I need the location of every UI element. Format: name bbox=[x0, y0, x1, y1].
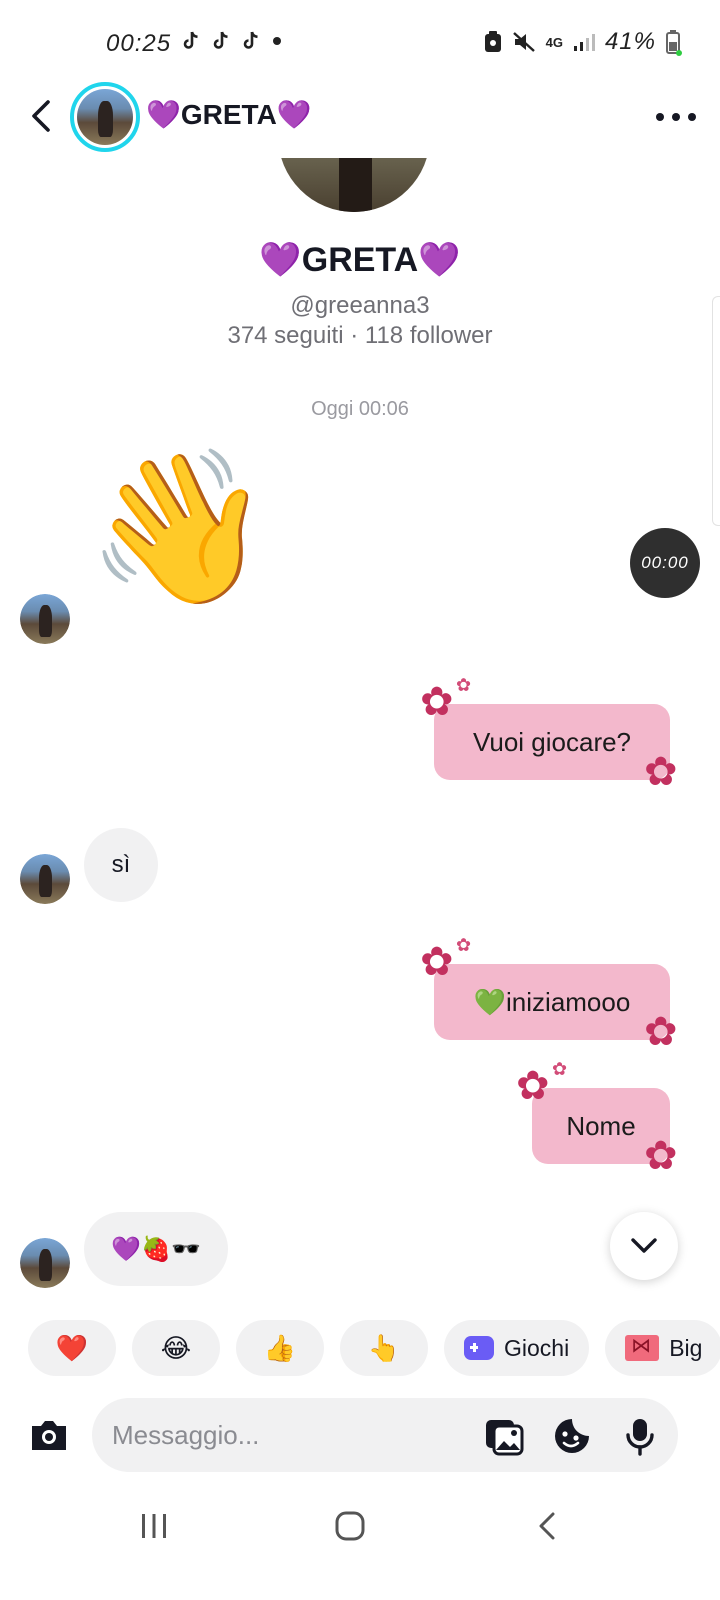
gift-label: Big bbox=[669, 1334, 703, 1361]
home-button[interactable] bbox=[330, 1506, 370, 1546]
emoji-message[interactable]: 👋 bbox=[86, 452, 273, 602]
system-icons: 4G 41% bbox=[484, 28, 680, 56]
games-button[interactable]: Giochi bbox=[444, 1320, 590, 1376]
recent-apps-button[interactable] bbox=[134, 1506, 174, 1546]
flower-icon: ✿ bbox=[420, 680, 454, 724]
avatar bbox=[20, 1238, 70, 1288]
flower-icon: ✿ bbox=[420, 940, 454, 984]
back-nav-button[interactable] bbox=[528, 1506, 568, 1546]
signal-icon bbox=[573, 34, 595, 51]
notification-icons bbox=[182, 31, 282, 51]
dot-icon bbox=[656, 113, 664, 121]
gallery-icon[interactable] bbox=[484, 1416, 524, 1456]
games-icon bbox=[464, 1336, 494, 1360]
notification-dot-icon bbox=[273, 37, 281, 45]
profile-stats: 374 seguiti · 118 follower bbox=[227, 322, 493, 349]
tiktok-icon bbox=[243, 31, 258, 49]
avatar bbox=[20, 594, 70, 644]
back-button[interactable] bbox=[22, 96, 62, 136]
storage-icon bbox=[484, 31, 501, 52]
timer-badge[interactable]: 00:00 bbox=[630, 528, 700, 598]
flower-icon: ✿ bbox=[456, 675, 472, 695]
outgoing-message[interactable]: 💚iniziamooo bbox=[434, 964, 670, 1040]
status-bar: 00:25 4G 41% bbox=[0, 0, 720, 88]
flower-icon: ✿ bbox=[456, 935, 472, 955]
sender-avatar[interactable] bbox=[20, 594, 70, 644]
sender-avatar[interactable] bbox=[20, 1238, 70, 1288]
flower-icon: ✿ bbox=[552, 1059, 568, 1079]
header-contact-name[interactable]: 💜GRETA💜 bbox=[146, 98, 312, 131]
chat-header: 💜GRETA💜 bbox=[0, 78, 720, 158]
privacy-indicator bbox=[676, 50, 682, 56]
avatar bbox=[77, 89, 133, 145]
reaction-laugh[interactable]: 😂 bbox=[132, 1320, 220, 1376]
gift-icon bbox=[625, 1333, 660, 1361]
date-separator: Oggi 00:06 bbox=[311, 398, 409, 420]
scrollbar[interactable] bbox=[712, 296, 720, 526]
network-type: 4G bbox=[545, 34, 563, 50]
flower-icon: ✿ bbox=[644, 1010, 678, 1054]
sender-avatar[interactable] bbox=[20, 854, 70, 904]
status-time: 00:25 bbox=[106, 30, 172, 57]
gift-button[interactable]: Big bbox=[605, 1320, 720, 1376]
mute-icon bbox=[512, 32, 535, 52]
reaction-heart[interactable]: ❤️ bbox=[28, 1320, 116, 1376]
camera-button[interactable] bbox=[28, 1414, 70, 1456]
message-input[interactable] bbox=[112, 1398, 472, 1472]
scroll-to-bottom-button[interactable] bbox=[610, 1212, 678, 1280]
chevron-down-icon bbox=[631, 1238, 657, 1253]
games-label: Giochi bbox=[504, 1334, 570, 1361]
profile-name: 💜GRETA💜 bbox=[259, 241, 461, 279]
quick-reactions-bar: ❤️ 😂 👍 👆 Giochi Big bbox=[28, 1320, 720, 1378]
dot-icon bbox=[688, 113, 696, 121]
header-avatar[interactable] bbox=[70, 82, 140, 152]
flower-icon: ✿ bbox=[644, 750, 678, 794]
flower-icon: ✿ bbox=[516, 1064, 550, 1108]
system-navigation-bar bbox=[0, 1490, 720, 1560]
more-options-button[interactable] bbox=[656, 102, 696, 132]
microphone-icon[interactable] bbox=[620, 1416, 660, 1456]
profile-handle: @greeanna3 bbox=[290, 292, 430, 319]
tiktok-icon bbox=[213, 31, 228, 49]
tiktok-icon bbox=[183, 31, 198, 49]
flower-icon: ✿ bbox=[644, 1134, 678, 1178]
outgoing-message[interactable]: Vuoi giocare? bbox=[434, 704, 670, 780]
reaction-point-up[interactable]: 👆 bbox=[340, 1320, 428, 1376]
incoming-message[interactable]: 💜🍓🕶️ bbox=[84, 1212, 228, 1286]
message-composer bbox=[92, 1398, 678, 1472]
incoming-message[interactable]: sì bbox=[84, 828, 158, 902]
avatar bbox=[20, 854, 70, 904]
sticker-icon[interactable] bbox=[552, 1416, 592, 1456]
reaction-thumbs-up[interactable]: 👍 bbox=[236, 1320, 324, 1376]
dot-icon bbox=[672, 113, 680, 121]
battery-percent: 41% bbox=[604, 28, 656, 55]
